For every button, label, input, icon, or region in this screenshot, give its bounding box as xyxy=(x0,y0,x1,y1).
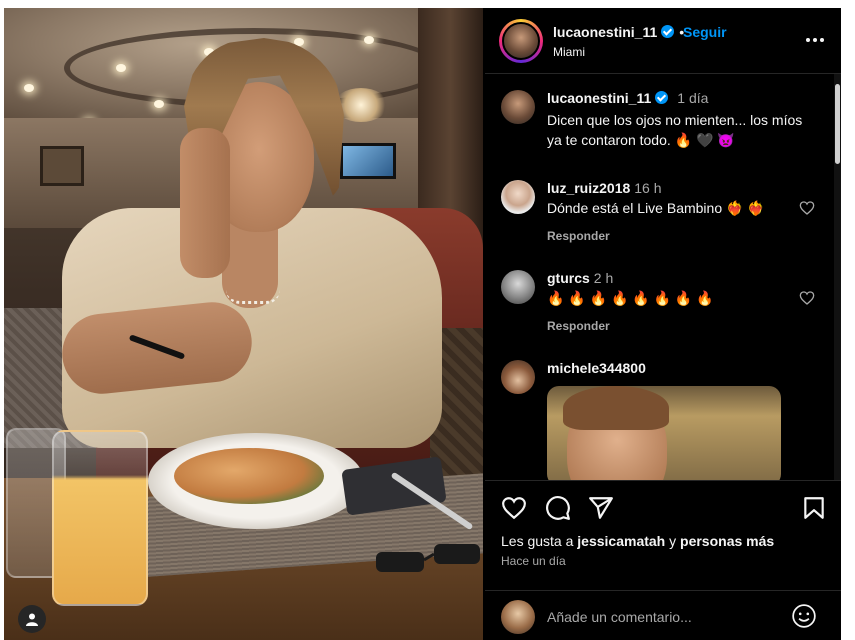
tagged-user-button[interactable] xyxy=(18,605,46,633)
comment-text: Dónde está el Live Bambino ❤️‍🔥 ❤️‍🔥 xyxy=(547,200,765,216)
comment-text: Dicen que los ojos no mienten... los mío… xyxy=(547,112,803,148)
post-photo[interactable] xyxy=(4,8,483,640)
post-location[interactable]: Miami xyxy=(553,45,585,59)
photo-painting xyxy=(40,146,84,186)
likes-summary: Les gusta a jessicamatah y personas más xyxy=(501,533,774,549)
comment-text: 🔥 🔥 🔥 🔥 🔥 🔥 🔥 🔥 xyxy=(547,290,714,306)
gif-hair xyxy=(563,386,669,430)
more-horizontal-icon[interactable] xyxy=(803,28,827,52)
save-bookmark-icon[interactable] xyxy=(801,495,827,521)
reply-button[interactable]: Responder xyxy=(547,319,610,333)
verified-badge-icon xyxy=(661,25,675,38)
current-user-avatar xyxy=(501,600,535,634)
comment-avatar[interactable] xyxy=(501,90,535,124)
comment-author[interactable]: lucaonestini_11 1 día xyxy=(547,90,708,106)
likes-prefix: Les gusta a xyxy=(501,533,578,549)
user-icon xyxy=(26,613,38,626)
photo-juice-glass xyxy=(52,430,148,606)
reply-button[interactable]: Responder xyxy=(547,229,610,243)
comments-list[interactable]: lucaonestini_11 1 día Dicen que los ojos … xyxy=(485,74,833,480)
like-comment-heart-icon[interactable] xyxy=(799,200,815,216)
photo-tv xyxy=(340,143,396,179)
author-username[interactable]: lucaonestini_11 • xyxy=(553,24,689,40)
scrollbar-thumb[interactable] xyxy=(835,84,840,164)
post-actions: Les gusta a jessicamatah y personas más … xyxy=(485,480,841,590)
comment-author[interactable]: michele344800 xyxy=(547,360,646,376)
photo-light xyxy=(24,84,34,92)
comment-bubble-icon[interactable] xyxy=(545,495,571,521)
likes-user-link[interactable]: jessicamatah xyxy=(577,533,665,549)
share-send-icon[interactable] xyxy=(588,495,614,521)
comment-author[interactable]: gturcs 2 h xyxy=(547,270,613,286)
likes-mid: y xyxy=(665,533,681,549)
instagram-post-modal: lucaonestini_11 • Seguir Miami lucaonesti… xyxy=(4,8,841,640)
photo-light xyxy=(154,100,164,108)
follow-button[interactable]: Seguir xyxy=(683,24,727,40)
comment-avatar[interactable] xyxy=(501,270,535,304)
post-time[interactable]: Hace un día xyxy=(501,554,566,568)
comment-time: 16 h xyxy=(634,180,662,196)
comments-scrollbar[interactable] xyxy=(834,74,841,480)
photo-hand xyxy=(180,128,230,278)
comment-time: 2 h xyxy=(593,270,614,286)
add-comment-bar xyxy=(485,590,841,640)
author-avatar[interactable] xyxy=(499,19,543,63)
comment-avatar[interactable] xyxy=(501,360,535,394)
comment-avatar[interactable] xyxy=(501,180,535,214)
post-side-panel: lucaonestini_11 • Seguir Miami lucaonesti… xyxy=(485,8,841,640)
comment-gif[interactable] xyxy=(547,386,781,480)
photo-sunglasses xyxy=(376,544,480,572)
photo-food xyxy=(174,448,324,504)
post-header: lucaonestini_11 • Seguir Miami xyxy=(485,8,841,74)
like-comment-heart-icon[interactable] xyxy=(799,290,815,306)
like-heart-icon[interactable] xyxy=(501,495,527,521)
photo-light xyxy=(364,36,374,44)
verified-badge-icon xyxy=(655,91,669,104)
emoji-icon[interactable] xyxy=(791,603,817,629)
add-comment-input[interactable] xyxy=(547,606,777,628)
photo-light xyxy=(116,64,126,72)
author-username-text[interactable]: lucaonestini_11 xyxy=(553,24,657,40)
photo-necklace xyxy=(226,290,280,304)
comment-time: 1 día xyxy=(677,90,709,106)
likes-others-link[interactable]: personas más xyxy=(680,533,774,549)
comment-author[interactable]: luz_ruiz2018 16 h xyxy=(547,180,662,196)
